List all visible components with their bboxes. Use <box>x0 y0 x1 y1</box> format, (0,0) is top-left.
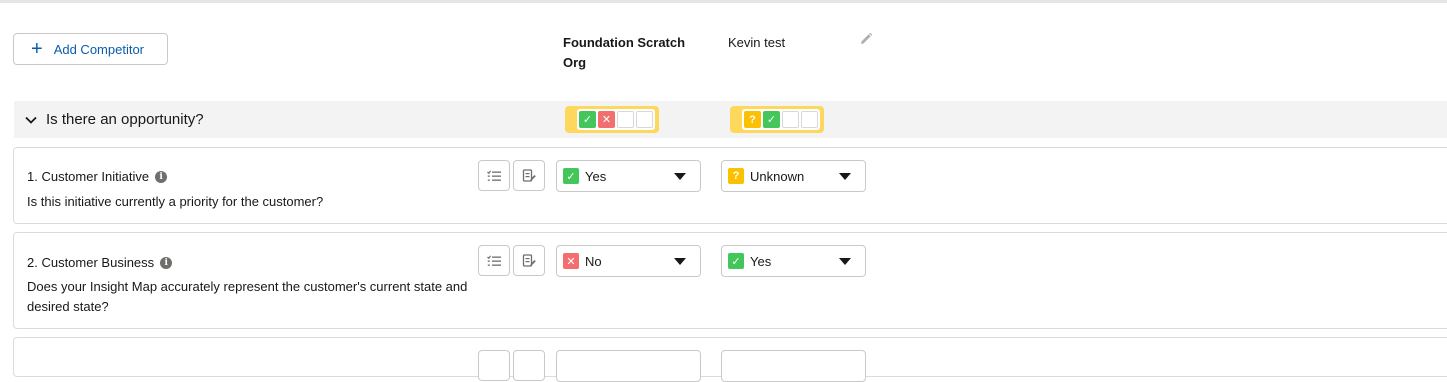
notes-button[interactable] <box>513 245 545 276</box>
empty-square-icon <box>782 111 799 128</box>
question-icon: ? <box>728 168 744 184</box>
check-icon: ✓ <box>763 111 780 128</box>
notes-icon <box>522 168 536 182</box>
answer-select-q2-col2[interactable]: ✓ Yes <box>721 245 866 277</box>
dropdown-arrow-icon <box>674 258 686 265</box>
checklist-icon <box>487 169 501 181</box>
answer-select-q1-col1[interactable]: ✓ Yes <box>556 160 701 192</box>
x-icon: ✕ <box>563 253 579 269</box>
answer-value: Yes <box>750 253 772 269</box>
section-title: Is there an opportunity? <box>46 111 204 128</box>
check-icon: ✓ <box>563 168 579 184</box>
edit-pencil-icon[interactable] <box>859 32 873 46</box>
answer-value: No <box>585 253 602 269</box>
plus-icon: + <box>31 38 43 60</box>
column-header-kevin-test: Kevin test <box>728 35 786 50</box>
empty-square-icon <box>801 111 818 128</box>
info-icon[interactable]: i <box>160 256 173 269</box>
add-competitor-label: Add Competitor <box>53 41 145 57</box>
chevron-down-icon[interactable] <box>24 113 38 127</box>
x-icon: ✕ <box>598 111 615 128</box>
notes-icon <box>522 253 536 267</box>
summary-badge-col1: ✓ ✕ <box>565 106 659 133</box>
question-title: 2. Customer Business i <box>27 255 173 270</box>
checklist-button[interactable] <box>478 245 510 276</box>
top-divider <box>0 0 1447 3</box>
column-header-foundation-scratch-org: Foundation Scratch Org <box>563 35 686 70</box>
add-competitor-button[interactable]: + Add Competitor <box>13 33 168 65</box>
info-icon[interactable]: i <box>155 170 168 183</box>
dropdown-arrow-icon <box>674 173 686 180</box>
answer-value: Yes <box>585 168 607 184</box>
empty-square-icon <box>636 111 653 128</box>
question-icon: ? <box>744 111 761 128</box>
notes-button[interactable] <box>513 160 545 191</box>
question-title-text: 1. Customer Initiative <box>27 169 150 184</box>
checklist-button[interactable] <box>478 160 510 191</box>
empty-square-icon <box>617 111 634 128</box>
answer-value: Unknown <box>750 168 805 184</box>
check-icon: ✓ <box>579 111 596 128</box>
question-title-text: 2. Customer Business <box>27 255 155 270</box>
question-text: Does your Insight Map accurately represe… <box>27 279 468 314</box>
answer-select-q1-col2[interactable]: ? Unknown <box>721 160 866 192</box>
dropdown-arrow-icon <box>839 258 851 265</box>
checklist-icon <box>487 254 501 266</box>
dropdown-arrow-icon <box>839 173 851 180</box>
check-icon: ✓ <box>728 253 744 269</box>
question-title: 1. Customer Initiative i <box>27 169 168 184</box>
answer-select-q2-col1[interactable]: ✕ No <box>556 245 701 277</box>
summary-badge-col2: ? ✓ <box>730 106 824 133</box>
question-text: Is this initiative currently a priority … <box>27 194 324 209</box>
